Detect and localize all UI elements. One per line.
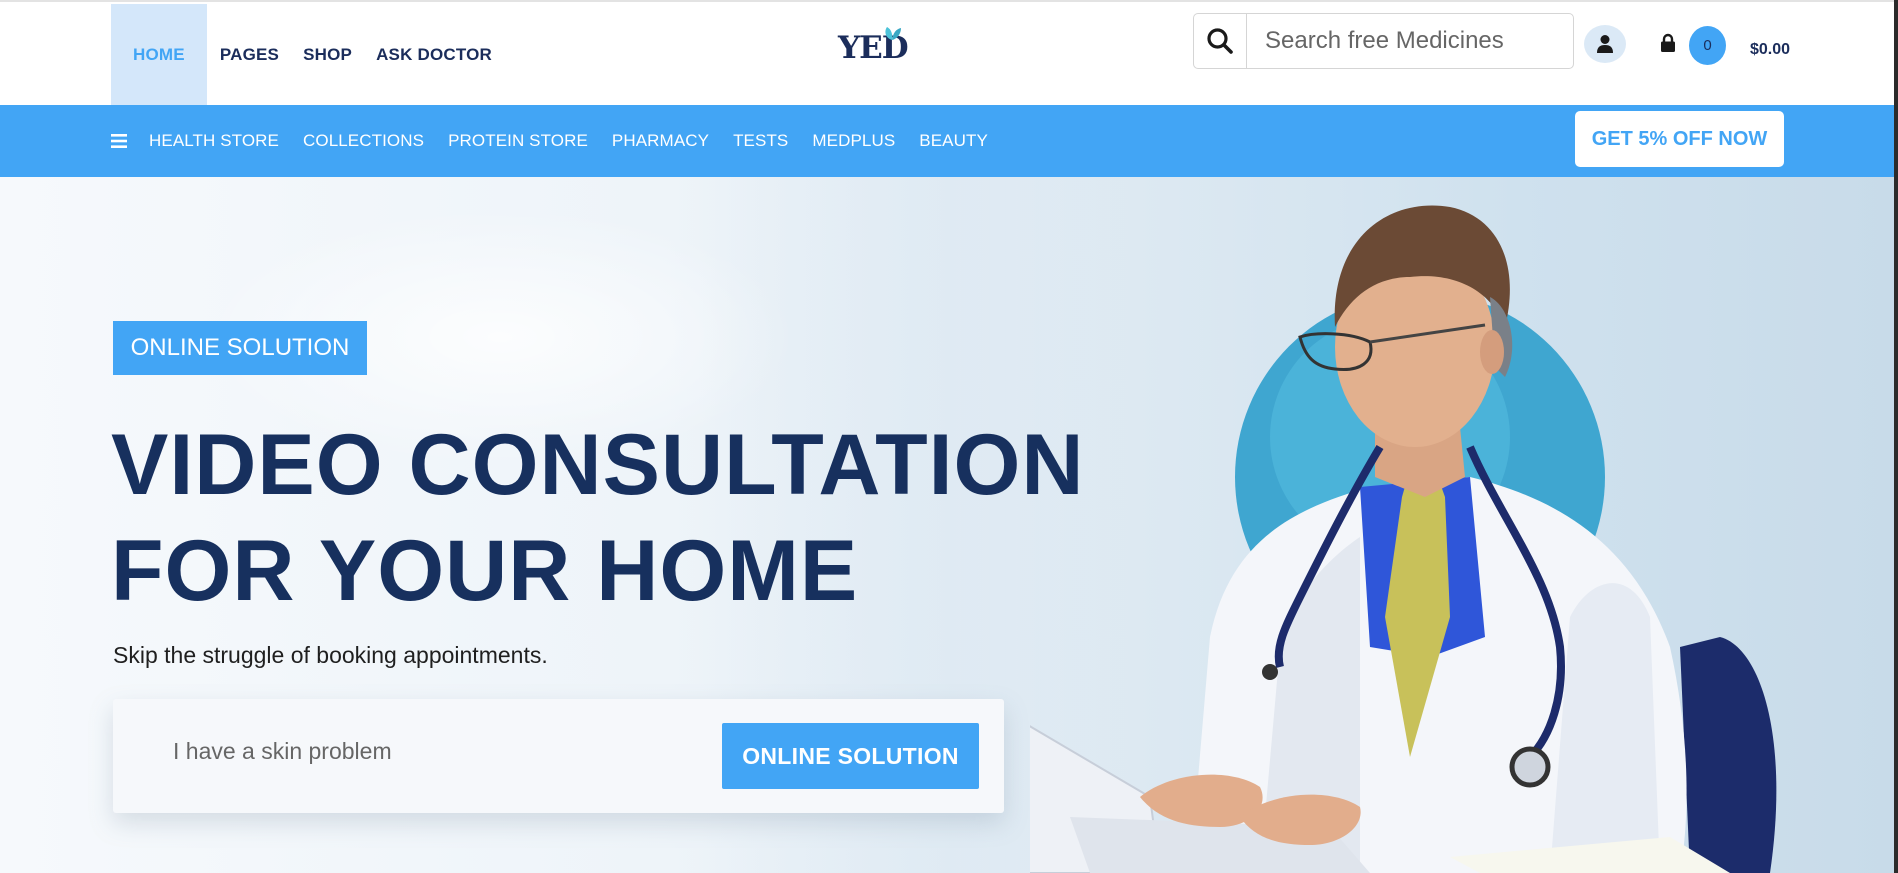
headline-line-1: VIDEO CONSULTATION: [111, 417, 1085, 513]
category-links: HEALTH STORE COLLECTIONS PROTEIN STORE P…: [149, 105, 1012, 177]
search-bar: [1193, 13, 1574, 69]
category-tests[interactable]: TESTS: [733, 131, 788, 151]
main-nav: HOME PAGES SHOP ASK DOCTOR: [111, 4, 504, 106]
nav-pages[interactable]: PAGES: [207, 4, 291, 106]
category-collections[interactable]: COLLECTIONS: [303, 131, 424, 151]
search-icon: [1207, 28, 1233, 54]
account-button[interactable]: [1584, 25, 1626, 63]
headline-line-2: FOR YOUR HOME: [111, 523, 859, 619]
category-pharmacy[interactable]: PHARMACY: [612, 131, 709, 151]
hero-section: ONLINE SOLUTION VIDEO CONSULTATION FOR Y…: [0, 177, 1894, 873]
top-header: HOME PAGES SHOP ASK DOCTOR YED 0 $0.00: [0, 0, 1898, 106]
offer-button[interactable]: GET 5% OFF NOW: [1575, 111, 1784, 167]
menu-icon[interactable]: [111, 134, 127, 148]
nav-home[interactable]: HOME: [111, 4, 207, 106]
leaf-icon: [885, 27, 901, 40]
user-icon: [1597, 35, 1613, 53]
problem-input[interactable]: [153, 723, 673, 779]
online-solution-button[interactable]: ONLINE SOLUTION: [722, 723, 979, 789]
hero-tag: ONLINE SOLUTION: [113, 321, 367, 375]
search-input[interactable]: [1246, 13, 1574, 69]
consultation-form: ONLINE SOLUTION: [113, 699, 1004, 813]
category-bar: HEALTH STORE COLLECTIONS PROTEIN STORE P…: [0, 105, 1898, 177]
logo[interactable]: YED: [838, 24, 909, 66]
window-edge: [1894, 0, 1898, 873]
category-health-store[interactable]: HEALTH STORE: [149, 131, 279, 151]
category-medplus[interactable]: MEDPLUS: [812, 131, 895, 151]
search-button[interactable]: [1193, 13, 1246, 69]
nav-shop[interactable]: SHOP: [291, 4, 364, 106]
lock-icon[interactable]: [1660, 33, 1676, 53]
category-protein-store[interactable]: PROTEIN STORE: [448, 131, 588, 151]
hero-subtext: Skip the struggle of booking appointment…: [113, 642, 548, 668]
cart-total[interactable]: $0.00: [1750, 41, 1790, 59]
cart-count-badge[interactable]: 0: [1689, 26, 1726, 65]
hero-headline: VIDEO CONSULTATION FOR YOUR HOME: [111, 412, 1161, 624]
category-beauty[interactable]: BEAUTY: [919, 131, 988, 151]
nav-ask-doctor[interactable]: ASK DOCTOR: [364, 4, 504, 106]
